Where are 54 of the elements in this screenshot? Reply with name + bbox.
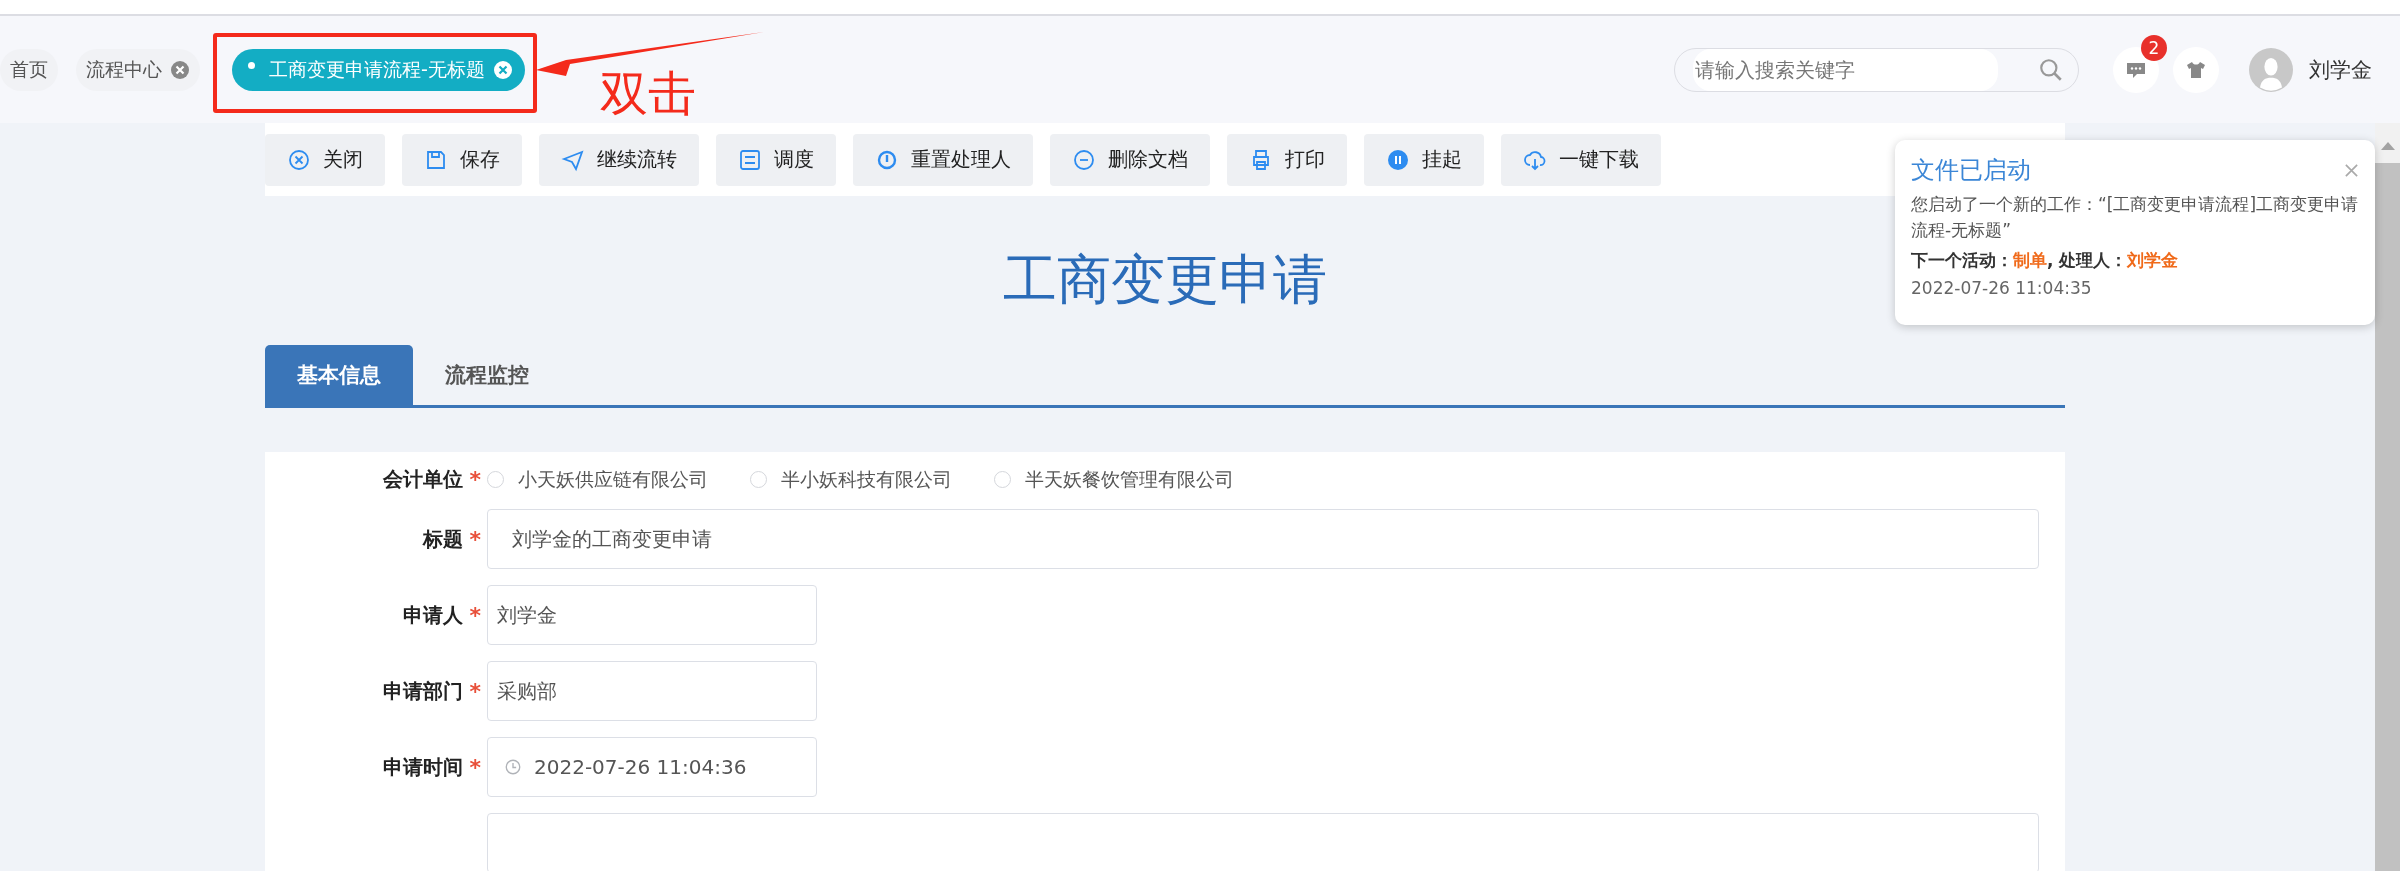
field-label: 申请部门	[383, 677, 464, 705]
radio-option[interactable]: 半小妖科技有限公司	[750, 466, 952, 493]
close-icon[interactable]	[492, 59, 513, 80]
page-tab[interactable]: 首页	[0, 48, 58, 91]
user-name[interactable]: 刘学金	[2309, 55, 2372, 84]
field-label: 申请人	[403, 601, 464, 629]
avatar-icon[interactable]	[2249, 47, 2293, 92]
toolbar-button[interactable]: 继续流转	[539, 133, 699, 186]
toolbar-button[interactable]: 保存	[402, 133, 522, 186]
notification-badge: 2	[2141, 34, 2167, 61]
toolbar-button[interactable]: 一键下载	[1501, 133, 1661, 186]
next-activity-text: 下一个活动：制单, 处理人：刘学金	[1911, 249, 2180, 272]
dot-icon	[248, 62, 255, 69]
form-tab[interactable]: 流程监控	[413, 345, 561, 405]
form-title: 工商变更申请	[1003, 247, 1327, 314]
search-icon[interactable]	[2038, 56, 2064, 83]
form-tab[interactable]: 基本信息	[265, 345, 413, 405]
toolbar-button[interactable]: 关闭	[265, 133, 385, 186]
radio-option[interactable]: 半天妖餐饮管理有限公司	[994, 466, 1234, 493]
input-field[interactable]	[487, 813, 2039, 871]
field-label: 申请时间	[383, 753, 464, 781]
close-icon[interactable]	[2344, 162, 2359, 178]
field-label: 标题	[423, 525, 464, 553]
required-mark: *	[469, 678, 481, 704]
radio-option[interactable]: 小天妖供应链有限公司	[487, 466, 708, 493]
toolbar-icon	[1386, 147, 1410, 172]
notification-title: 文件已启动	[1911, 155, 2031, 186]
toolbar-icon	[287, 147, 311, 172]
toolbar-icon	[738, 147, 762, 172]
toolbar-button[interactable]: 调度	[716, 133, 836, 186]
title-field[interactable]: 刘学金的工商变更申请	[487, 509, 2039, 569]
required-mark: *	[469, 467, 481, 492]
page-tab[interactable]: 流程中心	[76, 48, 200, 91]
toolbar-button[interactable]: 挂起	[1364, 133, 1484, 186]
toolbar-icon	[1072, 147, 1096, 172]
annotation-text: 双击	[600, 64, 696, 123]
toolbar-button[interactable]: 打印	[1227, 133, 1347, 186]
toolbar-button[interactable]: 重置处理人	[853, 133, 1033, 186]
notification-message: 您启动了一个新的工作：“[工商变更申请流程]工商变更申请流程-无标题”	[1911, 193, 2359, 242]
required-mark: *	[469, 602, 481, 628]
required-mark: *	[469, 754, 481, 780]
search-field[interactable]: 请输入搜索关键字	[1674, 47, 2079, 92]
close-icon[interactable]	[170, 59, 190, 80]
toolbar-button[interactable]: 删除文档	[1050, 133, 1210, 186]
date-field[interactable]: 2022-07-26 11:04:36	[487, 737, 817, 797]
input-field[interactable]: 采购部	[487, 661, 817, 721]
input-field[interactable]: 刘学金	[487, 585, 817, 645]
theme-button[interactable]	[2173, 46, 2219, 93]
notification-time: 2022-07-26 11:04:35	[1911, 278, 2093, 298]
scrollbar[interactable]	[2375, 123, 2400, 871]
date-value: 2022-07-26 11:04:36	[534, 755, 747, 779]
clock-icon	[504, 758, 522, 776]
field-label: 会计单位	[383, 466, 464, 493]
required-mark: *	[469, 526, 481, 552]
